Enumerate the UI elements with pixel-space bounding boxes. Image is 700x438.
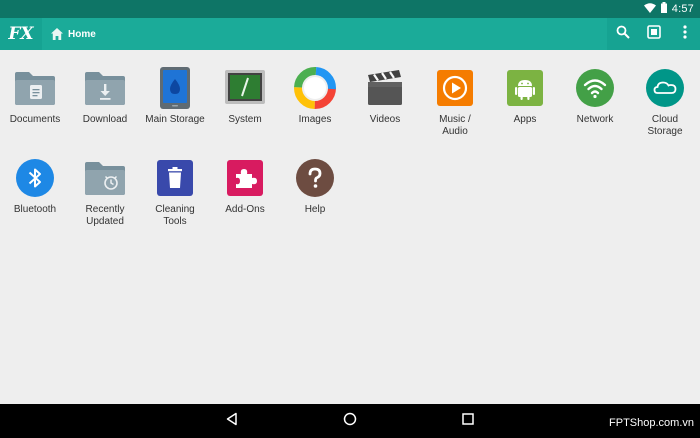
grid-item-network[interactable]: Network [560, 66, 630, 126]
grid-item-label: Images [298, 114, 332, 125]
home-button[interactable] [340, 411, 360, 431]
back-triangle-icon [225, 412, 239, 431]
grid-item-label: Apps [513, 114, 537, 125]
grid-item-download[interactable]: Download [70, 66, 140, 126]
grid-item-main-storage[interactable]: Main Storage [140, 66, 210, 126]
grid-item-music-audio[interactable]: Music / Audio [420, 66, 490, 138]
grid-item-bluetooth[interactable]: Bluetooth [0, 156, 70, 216]
breadcrumb[interactable]: Home [42, 18, 607, 50]
more-vert-icon [682, 24, 687, 44]
watermark-text: FPTShop.com.vn [609, 417, 694, 429]
app-logo[interactable]: FX [0, 18, 42, 50]
back-button[interactable] [222, 411, 242, 431]
add-ons-puzzle-icon [223, 156, 267, 200]
wifi-icon [643, 2, 656, 16]
grid-item-label: Bluetooth [13, 204, 57, 215]
search-button[interactable] [607, 18, 638, 50]
grid-item-add-ons[interactable]: Add-Ons [210, 156, 280, 216]
grid-item-system[interactable]: System [210, 66, 280, 126]
help-icon [293, 156, 337, 200]
grid-item-apps[interactable]: Apps [490, 66, 560, 126]
images-icon [293, 66, 337, 110]
grid-item-label: Cleaning Tools [155, 204, 195, 227]
grid-item-recently-updated[interactable]: Recently Updated [70, 156, 140, 228]
select-button[interactable] [638, 18, 669, 50]
main-storage-icon [153, 66, 197, 110]
android-apps-icon [503, 66, 547, 110]
bluetooth-icon [13, 156, 57, 200]
system-terminal-icon [223, 66, 267, 110]
cleaning-tools-icon [153, 156, 197, 200]
grid-item-label: Cloud Storage [647, 114, 683, 137]
grid-item-label: Add-Ons [225, 204, 265, 215]
music-audio-icon [433, 66, 477, 110]
select-all-icon [646, 24, 661, 44]
grid-item-label: Network [576, 114, 614, 125]
search-icon [616, 25, 630, 44]
cloud-storage-icon [643, 66, 687, 110]
overflow-menu-button[interactable] [669, 18, 700, 50]
home-icon [50, 27, 64, 41]
status-indicators: 4:57 [643, 2, 694, 16]
download-folder-icon [83, 66, 127, 110]
grid-item-label: Music / Audio [439, 114, 471, 137]
grid-item-label: System [228, 114, 262, 125]
network-wifi-icon [573, 66, 617, 110]
videos-clapper-icon [363, 66, 407, 110]
grid-item-help[interactable]: Help [280, 156, 350, 216]
breadcrumb-home[interactable]: Home [68, 29, 96, 40]
recently-updated-folder-icon [83, 156, 127, 200]
recents-button[interactable] [458, 411, 478, 431]
grid-item-cloud-storage[interactable]: Cloud Storage [630, 66, 700, 138]
system-navigation-bar [0, 404, 700, 438]
grid-item-label: Download [82, 114, 128, 125]
grid-item-label: Main Storage [145, 114, 205, 125]
documents-folder-icon [13, 66, 57, 110]
toolbar-actions [607, 18, 700, 50]
status-time: 4:57 [671, 3, 694, 15]
recents-square-icon [461, 412, 475, 431]
grid-item-cleaning-tools[interactable]: Cleaning Tools [140, 156, 210, 228]
status-bar: 4:57 [0, 0, 700, 18]
grid-item-videos[interactable]: Videos [350, 66, 420, 126]
grid-item-label: Videos [369, 114, 401, 125]
grid-item-label: Help [304, 204, 326, 215]
grid-item-label: Recently Updated [85, 204, 125, 227]
app-toolbar: FX Home [0, 18, 700, 50]
home-circle-icon [343, 412, 357, 431]
battery-icon [660, 2, 667, 16]
grid-item-documents[interactable]: Documents [0, 66, 70, 126]
grid-item-images[interactable]: Images [280, 66, 350, 126]
grid-item-label: Documents [9, 114, 61, 125]
